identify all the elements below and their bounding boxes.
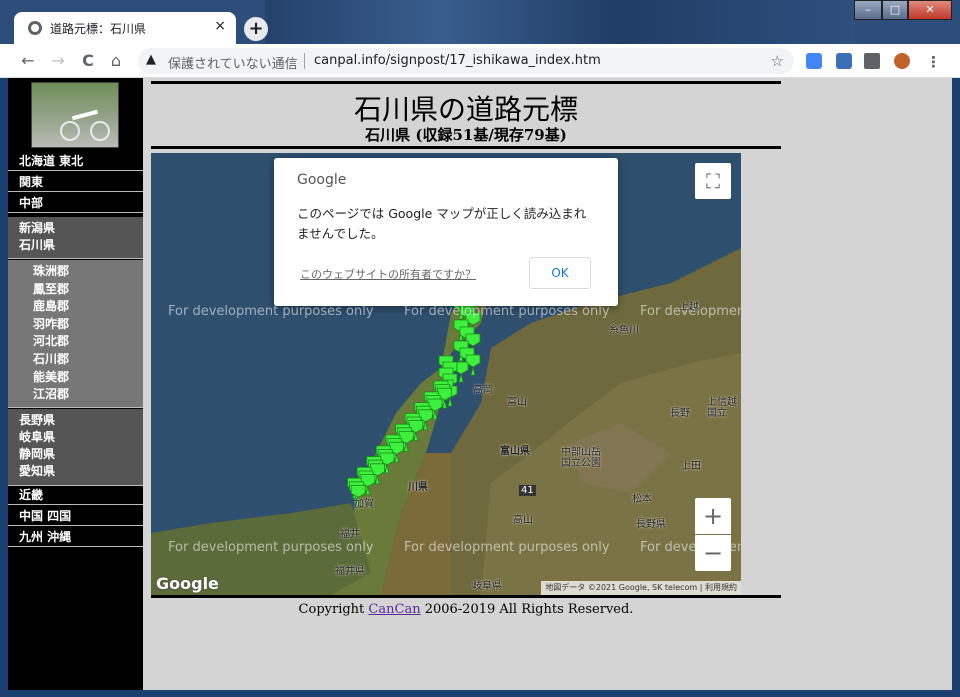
owner-link[interactable]: このウェブサイトの所有者ですか？ (300, 266, 476, 282)
map-label: 上越 (679, 302, 699, 313)
sidebar-item-gifu[interactable]: 岐阜県 (19, 429, 143, 446)
sidebar-districts: 珠洲郡 鳳至郡 鹿島郡 羽咋郡 河北郡 石川郡 能美郡 江沼郡 (8, 260, 143, 408)
back-icon[interactable]: ← (18, 51, 38, 71)
sidebar-item-district[interactable]: 鹿島郡 (33, 298, 143, 316)
dev-watermark: For development purposes only (168, 540, 374, 555)
tab-close-icon[interactable]: × (214, 18, 226, 34)
map-label: 富山 (507, 397, 527, 408)
copyright-footer: Copyright CanCan 2006-2019 All Rights Re… (151, 602, 781, 617)
sidebar-item-aichi[interactable]: 愛知県 (19, 463, 143, 480)
reload-icon[interactable]: C (78, 51, 98, 71)
desktop-background (265, 0, 855, 44)
translate-extension-icon[interactable] (806, 53, 822, 69)
page-title: 石川県の道路元標 (353, 93, 578, 126)
map-label: 福井県 (335, 566, 365, 577)
sidebar-item-niigata[interactable]: 新潟県 (19, 220, 143, 237)
browser-window: 道路元標：石川県 × + – □ ✕ ← → C ⌂ ▲ 保護されていない通信 … (0, 0, 960, 697)
map-label: 松本 (632, 494, 652, 505)
browser-tab[interactable]: 道路元標：石川県 × (14, 12, 236, 44)
divider (304, 53, 305, 69)
dev-watermark: For development purposes only (404, 540, 610, 555)
sidebar-item-chubu[interactable]: 中部 (8, 195, 143, 213)
page-subtitle: 石川県 (収録51基/現存79基) (365, 126, 567, 144)
map-label: 上田 (681, 461, 701, 472)
map-label: 上信越 国立 (707, 397, 737, 419)
browser-toolbar: ← → C ⌂ ▲ 保護されていない通信 canpal.info/signpos… (0, 44, 960, 78)
map-label: 高岡 (473, 385, 493, 396)
sidebar-item-district[interactable]: 石川郡 (33, 351, 143, 369)
map-label: 長野県 (636, 519, 666, 530)
map-attribution[interactable]: 地図データ ©2021 Google, SK telecom | 利用規約 (541, 581, 741, 595)
globe-icon (28, 21, 42, 35)
sidebar-item-district[interactable]: 河北郡 (33, 333, 143, 351)
map-label: 中部山岳 国立公園 (561, 447, 601, 469)
tab-strip: 道路元標：石川県 × + – □ ✕ (0, 0, 960, 44)
copyright-prefix: Copyright (298, 602, 369, 617)
menu-icon[interactable]: ⋮ (926, 53, 941, 71)
sidebar-item-kyushu-okinawa[interactable]: 九州 沖縄 (8, 529, 143, 547)
sidebar-item-nagano[interactable]: 長野県 (19, 412, 143, 429)
sidebar-item-kinki[interactable]: 近畿 (8, 487, 143, 505)
divider (151, 595, 781, 598)
copyright-suffix: 2006-2019 All Rights Reserved. (420, 602, 634, 617)
sidebar-item-district[interactable]: 鳳至郡 (33, 281, 143, 299)
wheel-shape (60, 121, 80, 141)
sidebar: 北海道 東北 関東 中部 新潟県 石川県 珠洲郡 鳳至郡 鹿島郡 羽咋郡 河北郡… (8, 78, 143, 690)
zoom-out-button[interactable]: − (695, 535, 731, 571)
sidebar-item-shizuoka[interactable]: 静岡県 (19, 446, 143, 463)
cancan-link[interactable]: CanCan (368, 602, 420, 617)
sidebar-group-prefectures: 新潟県 石川県 (8, 217, 143, 259)
close-window-button[interactable]: ✕ (908, 0, 952, 20)
ok-button[interactable]: OK (529, 257, 591, 289)
route-shield: 41 (519, 485, 536, 496)
sidebar-item-ishikawa[interactable]: 石川県 (19, 237, 143, 254)
window-controls: – □ ✕ (854, 0, 952, 20)
extension-icon[interactable] (836, 53, 852, 69)
security-status[interactable]: 保護されていない通信 (168, 53, 298, 72)
bicycle-photo (31, 82, 119, 148)
map-label: 長野 (670, 408, 690, 419)
zoom-in-button[interactable]: + (695, 498, 731, 534)
address-bar[interactable]: ▲ 保護されていない通信 canpal.info/signpost/17_ish… (138, 48, 794, 74)
web-page: 北海道 東北 関東 中部 新潟県 石川県 珠洲郡 鳳至郡 鹿島郡 羽咋郡 河北郡… (8, 78, 952, 690)
tab-title: 道路元標：石川県 (50, 22, 147, 36)
profile-avatar[interactable] (894, 53, 910, 69)
map-label: 岐阜県 (472, 581, 502, 592)
google-logo: Google (156, 574, 219, 593)
forward-icon[interactable]: → (48, 51, 68, 71)
sidebar-item-kanto[interactable]: 関東 (8, 174, 143, 192)
google-logo: Google (297, 172, 347, 188)
error-message: このページでは Google マップが正しく読み込まれませんでした。 (297, 206, 587, 241)
map-label: 川県 (408, 482, 428, 493)
sidebar-group-prefectures: 長野県 岐阜県 静岡県 愛知県 (8, 409, 143, 486)
fullscreen-icon[interactable]: ⛶ (695, 163, 731, 199)
sidebar-item-chugoku-shikoku[interactable]: 中国 四国 (8, 508, 143, 526)
divider (151, 146, 781, 149)
sidebar-item-hokkaido-tohoku[interactable]: 北海道 東北 (8, 153, 143, 171)
map-error-dialog: Google このページでは Google マップが正しく読み込まれませんでした… (274, 158, 618, 306)
map-label: 糸魚川 (609, 325, 639, 336)
puzzle-icon[interactable] (864, 53, 880, 69)
warning-icon[interactable]: ▲ (146, 52, 156, 67)
sidebar-item-district[interactable]: 羽咋郡 (33, 316, 143, 334)
sidebar-item-district[interactable]: 江沼郡 (33, 386, 143, 404)
divider (151, 81, 781, 84)
map-label: 富山県 (500, 446, 530, 457)
frame-shape (71, 109, 99, 121)
maximize-button[interactable]: □ (882, 0, 908, 20)
map-label: 福井 (340, 529, 360, 540)
minimize-button[interactable]: – (854, 0, 882, 20)
dev-watermark: For development purposes only (404, 304, 610, 319)
bookmark-star-icon[interactable]: ☆ (771, 52, 784, 70)
sidebar-item-district[interactable]: 珠洲郡 (33, 263, 143, 281)
sidebar-item-district[interactable]: 能美郡 (33, 369, 143, 387)
map-label: 高山 (513, 515, 533, 526)
home-icon[interactable]: ⌂ (106, 51, 126, 71)
new-tab-button[interactable]: + (244, 17, 268, 41)
map-view[interactable]: Google このページでは Google マップが正しく読み込まれませんでした… (151, 153, 741, 595)
url-text[interactable]: canpal.info/signpost/17_ishikawa_index.h… (314, 53, 601, 68)
wheel-shape (90, 121, 110, 141)
map-label: 加賀 (354, 499, 374, 510)
dev-watermark: For development purposes only (168, 304, 374, 319)
